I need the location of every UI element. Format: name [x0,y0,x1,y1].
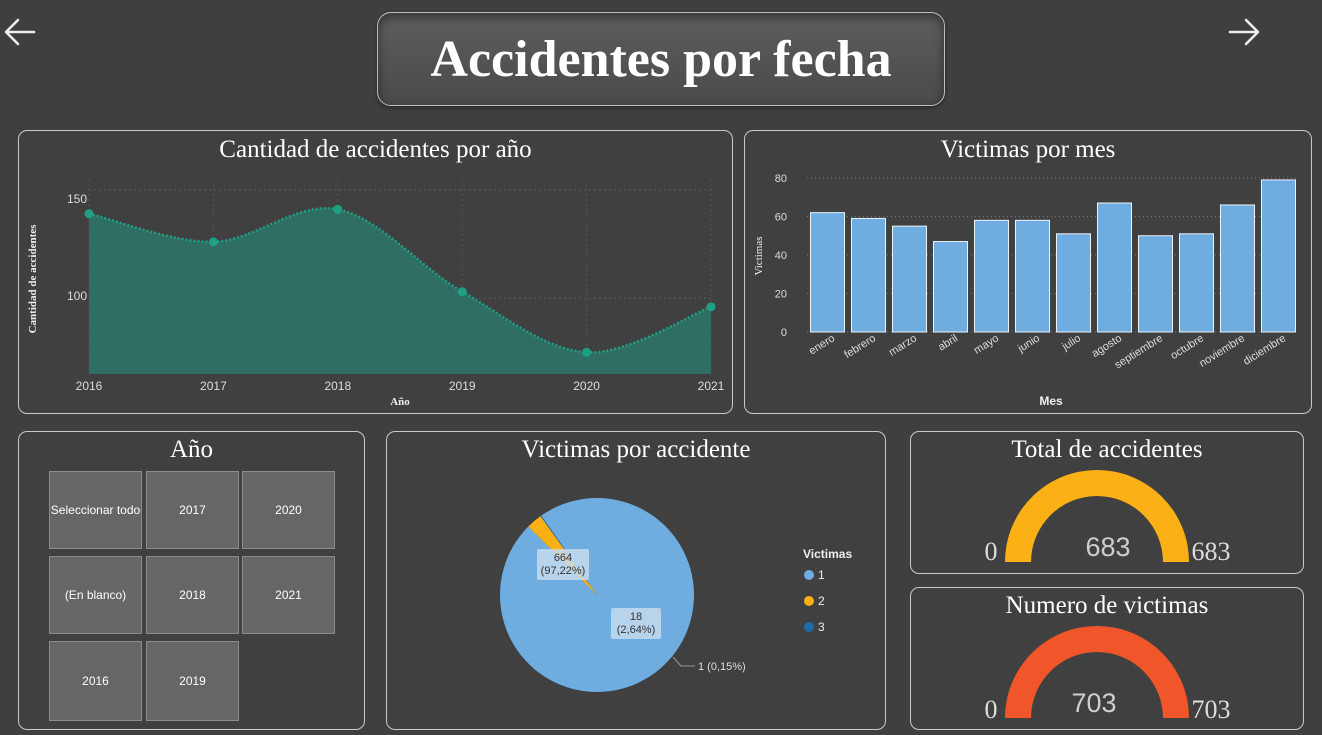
y-tick-label: 100 [67,289,87,303]
data-label: (97,22%) [541,565,586,577]
year-slicer-title: Año [169,436,214,463]
data-label: 18 [630,611,642,623]
x-tick-label: abril [936,332,960,353]
data-point [333,204,343,214]
legend-marker [804,570,814,580]
gauge-max: 683 [1192,537,1231,566]
victims-count-gauge: 703 0 703 [985,626,1231,724]
data-label: 1 (0,15%) [698,661,746,673]
x-axis-label: Mes [1039,394,1063,408]
x-tick-label: agosto [1090,332,1124,360]
bar [1014,219,1051,333]
page-title: Accidentes por fecha [430,30,892,88]
gauge-max: 703 [1192,695,1231,724]
bar [1178,233,1215,333]
y-tick-label: 60 [775,212,787,224]
page-title-box: Accidentes por fecha [377,12,945,106]
x-axis-label: Año [390,396,410,408]
slicer-button-2021[interactable]: 2021 [242,556,335,634]
gauge-value: 703 [1071,688,1116,718]
x-tick-label: febrero [842,332,878,361]
x-tick-label: marzo [887,332,919,358]
x-tick-label: noviembre [1197,332,1247,369]
x-tick-label: mayo [972,332,1001,356]
data-point [208,237,218,247]
total-accidents-gauge: 683 0 683 [985,470,1231,566]
accidents-by-year-chart: 150 100 Año Cantidad de accidentes 2016 2… [27,179,725,408]
slicer-button-2016[interactable]: 2016 [49,641,142,721]
accidents-by-year-card: Cantidad de accidentes por año 150 100 A… [18,130,733,414]
y-axis-label: Victimas [753,236,765,275]
year-slicer-card: Año Seleccionar todo 2017 2020 (En blanc… [18,431,365,730]
legend-marker [804,622,814,632]
arrow-right-icon[interactable] [1226,14,1262,50]
x-tick-label: julio [1059,332,1083,353]
slicer-button-2019[interactable]: 2019 [146,641,239,721]
y-tick-label: 40 [775,250,787,262]
x-tick-label: diciembre [1241,332,1288,367]
victims-per-accident-chart: Victimas 664(97,22%) 18(2,64%) 1 (0,15%) 1 2… [500,498,852,692]
victims-by-month-card: Victimas por mes Mes Victimas 0 20 40 60 80 e… [744,130,1312,414]
gauge-min: 0 [985,537,998,566]
legend-label: 2 [818,594,825,608]
arrow-left-icon[interactable] [2,14,38,50]
bar [1137,235,1174,333]
victims-by-month-chart: Mes Victimas 020406080enero febrero marzo a… [753,173,1299,408]
slicer-button-2018[interactable]: 2018 [146,556,239,634]
data-label: 664 [554,552,572,564]
bar [1096,202,1133,333]
slicer-button-2020[interactable]: 2020 [242,471,335,549]
data-label: (2,64%) [617,624,656,636]
x-tick-label: 2016 [76,379,103,393]
legend-title: Victimas [803,547,852,561]
bar [809,212,846,333]
bar [1219,204,1256,333]
bar [891,225,928,333]
bar [973,219,1010,333]
data-point [706,302,716,312]
y-tick-label: 150 [67,192,87,206]
x-tick-label: enero [807,332,837,357]
x-tick-label: 2021 [698,379,725,393]
slicer-button-2017[interactable]: 2017 [146,471,239,549]
area-fill [89,208,711,374]
y-tick-label: 20 [775,289,787,301]
victims-per-accident-card: Victimas por accidente Victimas 664 (97,2… [386,431,886,730]
leader-line [672,656,695,667]
y-tick-label: 0 [781,327,787,339]
legend-label: 3 [818,620,825,634]
x-tick-label: 2017 [200,379,227,393]
gauge-min: 0 [985,695,998,724]
x-tick-label: 2018 [324,379,351,393]
legend-marker [804,596,814,606]
data-point [582,347,592,357]
slicer-button-blank[interactable]: (En blanco) [49,556,142,634]
bar [1055,233,1092,333]
victims-count-card: Numero de victimas 703 0 703 [910,587,1304,730]
total-accidents-card: Total de accidentes 683 0 683 [910,431,1304,574]
data-point [457,287,467,297]
bar [1260,179,1297,333]
bar [932,241,969,333]
data-point [84,209,94,219]
slicer-button-select-all[interactable]: Seleccionar todo [49,471,142,549]
gauge-value: 683 [1085,532,1130,562]
y-tick-label: 80 [775,173,787,185]
legend-label: 1 [818,568,825,582]
y-axis-label: Cantidad de accidentes [27,224,39,334]
bar [850,217,887,333]
x-tick-label: 2020 [573,379,600,393]
x-tick-label: 2019 [449,379,476,393]
x-tick-label: junio [1015,332,1042,355]
